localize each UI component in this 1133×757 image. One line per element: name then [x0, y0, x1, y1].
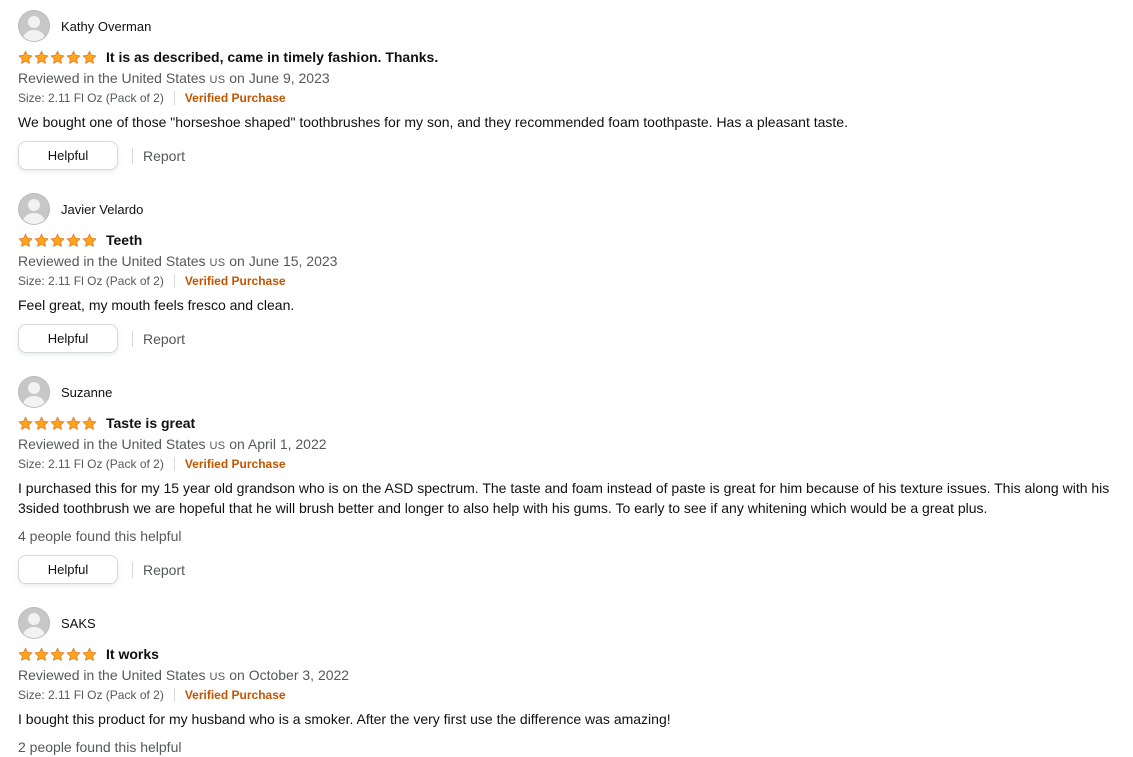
review-title[interactable]: It works — [106, 646, 159, 662]
country-code: US — [209, 257, 226, 269]
divider — [132, 330, 133, 347]
report-link[interactable]: Report — [143, 148, 185, 164]
review-card: Suzanne Taste is great Reviewed in the U… — [18, 376, 1133, 584]
review-body: We bought one of those "horseshoe shaped… — [18, 114, 848, 130]
avatar-icon — [18, 376, 50, 408]
star-rating[interactable] — [18, 50, 97, 65]
country-code: US — [209, 440, 226, 452]
review-card: Kathy Overman It is as described, came i… — [18, 10, 1133, 170]
country-code: US — [209, 74, 226, 86]
star-icon — [50, 233, 65, 247]
avatar-icon — [18, 193, 50, 225]
size-variant[interactable]: Size: 2.11 Fl Oz (Pack of 2) — [18, 457, 164, 471]
review-title[interactable]: Teeth — [106, 232, 142, 248]
helpful-count: 4 people found this helpful — [18, 528, 182, 544]
helpful-count: 2 people found this helpful — [18, 739, 182, 755]
reviewer-name: Suzanne — [61, 384, 113, 400]
report-link[interactable]: Report — [143, 331, 185, 347]
review-body: I bought this product for my husband who… — [18, 711, 671, 727]
avatar-icon — [18, 607, 50, 639]
star-icon — [18, 416, 33, 430]
review-body: Feel great, my mouth feels fresco and cl… — [18, 297, 295, 313]
star-rating[interactable] — [18, 647, 97, 662]
star-icon — [18, 50, 33, 64]
star-icon — [50, 647, 65, 661]
divider — [173, 457, 175, 471]
star-icon — [34, 233, 49, 247]
review-date: Reviewed in the United States US on Apri… — [18, 436, 327, 452]
star-icon — [34, 416, 49, 430]
review-date: Reviewed in the United States US on June… — [18, 253, 338, 269]
review-date: Reviewed in the United States US on June… — [18, 70, 330, 86]
size-variant[interactable]: Size: 2.11 Fl Oz (Pack of 2) — [18, 274, 164, 288]
verified-purchase-badge: Verified Purchase — [184, 457, 286, 471]
divider — [132, 147, 133, 164]
star-icon — [34, 647, 49, 661]
star-icon — [66, 416, 81, 430]
review-title[interactable]: It is as described, came in timely fashi… — [106, 49, 438, 65]
review-body: I purchased this for my 15 year old gran… — [18, 480, 1110, 516]
star-icon — [50, 416, 65, 430]
star-icon — [18, 233, 33, 247]
reviewer-name: Kathy Overman — [61, 18, 152, 34]
review-card: SAKS It works Reviewed in the United Sta… — [18, 607, 1133, 757]
review-card: Javier Velardo Teeth Reviewed in the Uni… — [18, 193, 1133, 353]
size-variant[interactable]: Size: 2.11 Fl Oz (Pack of 2) — [18, 688, 164, 702]
helpful-button[interactable]: Helpful — [18, 324, 118, 353]
reviewer-name: SAKS — [61, 615, 96, 631]
divider — [173, 274, 175, 288]
review-title[interactable]: Taste is great — [106, 415, 195, 431]
star-rating[interactable] — [18, 416, 97, 431]
reviewer-profile[interactable]: Suzanne — [18, 376, 1133, 408]
review-date: Reviewed in the United States US on Octo… — [18, 667, 350, 683]
star-icon — [66, 647, 81, 661]
reviewer-name: Javier Velardo — [61, 201, 144, 217]
reviews-list: Kathy Overman It is as described, came i… — [0, 0, 1133, 757]
star-icon — [82, 50, 97, 64]
star-icon — [82, 233, 97, 247]
verified-purchase-badge: Verified Purchase — [184, 91, 286, 105]
star-icon — [66, 50, 81, 64]
divider — [132, 561, 133, 578]
verified-purchase-badge: Verified Purchase — [184, 274, 286, 288]
star-icon — [82, 647, 97, 661]
country-code: US — [209, 671, 226, 683]
star-icon — [18, 647, 33, 661]
verified-purchase-badge: Verified Purchase — [184, 688, 286, 702]
star-icon — [82, 416, 97, 430]
reviewer-profile[interactable]: Kathy Overman — [18, 10, 1133, 42]
divider — [173, 688, 175, 702]
divider — [173, 91, 175, 105]
star-icon — [66, 233, 81, 247]
report-link[interactable]: Report — [143, 562, 185, 578]
helpful-button[interactable]: Helpful — [18, 141, 118, 170]
star-rating[interactable] — [18, 233, 97, 248]
size-variant[interactable]: Size: 2.11 Fl Oz (Pack of 2) — [18, 91, 164, 105]
avatar-icon — [18, 10, 50, 42]
star-icon — [50, 50, 65, 64]
reviewer-profile[interactable]: SAKS — [18, 607, 1133, 639]
reviewer-profile[interactable]: Javier Velardo — [18, 193, 1133, 225]
star-icon — [34, 50, 49, 64]
helpful-button[interactable]: Helpful — [18, 555, 118, 584]
